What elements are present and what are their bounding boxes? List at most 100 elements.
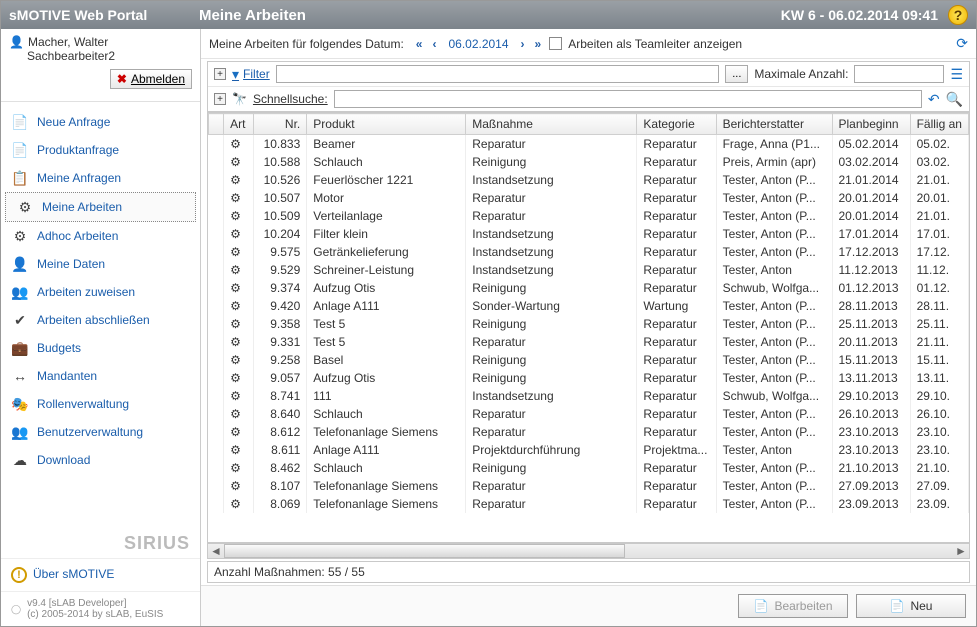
sidebar-item-produktanfrage[interactable]: 📄Produktanfrage xyxy=(1,136,200,164)
table-row[interactable]: ⚙10.509VerteilanlageReparaturReparaturTe… xyxy=(209,207,969,225)
next-icon[interactable]: › xyxy=(519,37,527,51)
sidebar-item-label: Budgets xyxy=(37,341,81,355)
nav-icon: ⚙ xyxy=(16,198,34,216)
horizontal-scrollbar[interactable]: ◄ ► xyxy=(207,543,970,559)
table-row[interactable]: ⚙10.204Filter kleinInstandsetzungReparat… xyxy=(209,225,969,243)
nav-icon: 📄 xyxy=(11,113,29,131)
table-row[interactable]: ⚙8.612Telefonanlage SiemensReparaturRepa… xyxy=(209,423,969,441)
count-bar: Anzahl Maßnahmen: 55 / 55 xyxy=(207,561,970,583)
sidebar-item-arbeiten-zuweisen[interactable]: 👥 Arbeiten zuweisen xyxy=(1,278,200,306)
sidebar-item-arbeiten-abschließen[interactable]: ✔Arbeiten abschließen xyxy=(1,306,200,334)
max-input[interactable] xyxy=(854,65,944,83)
logout-button[interactable]: Abmelden xyxy=(110,69,192,89)
table-row[interactable]: ⚙9.358Test 5ReinigungReparaturTester, An… xyxy=(209,315,969,333)
table-row[interactable]: ⚙8.741111InstandsetzungReparaturSchwub, … xyxy=(209,387,969,405)
sidebar-item-rollenverwaltung[interactable]: 🎭 Rollenverwaltung xyxy=(1,390,200,418)
prev-icon[interactable]: ‹ xyxy=(430,37,438,51)
table-row[interactable]: ⚙8.611Anlage A111ProjektdurchführungProj… xyxy=(209,441,969,459)
filter-label[interactable]: ▾Filter xyxy=(232,66,270,83)
table-row[interactable]: ⚙10.833BeamerReparaturReparaturFrage, An… xyxy=(209,135,969,154)
gear-icon: ⚙ xyxy=(230,209,241,223)
sidebar-item-label: Rollenverwaltung xyxy=(37,397,129,411)
table-row[interactable]: ⚙9.420Anlage A111Sonder-WartungWartungTe… xyxy=(209,297,969,315)
nav-icon: 👥 xyxy=(11,283,29,301)
scroll-thumb[interactable] xyxy=(224,544,625,558)
filter-more-button[interactable]: ... xyxy=(725,65,748,83)
filter-box: + ▾Filter ... Maximale Anzahl: ☰ + 🔭 Sch… xyxy=(207,61,970,112)
nav-icon: ↔ xyxy=(11,367,29,385)
sirius-logo: SIRIUS xyxy=(1,529,200,558)
gear-icon: ⚙ xyxy=(230,479,241,493)
column-header[interactable]: Kategorie xyxy=(637,114,716,135)
last-icon[interactable]: » xyxy=(533,37,544,51)
filter-input[interactable] xyxy=(276,65,720,83)
sidebar-item-benutzerverwaltung[interactable]: 👥Benutzerverwaltung xyxy=(1,418,200,446)
quicksearch-input[interactable] xyxy=(334,90,922,108)
help-icon[interactable]: ? xyxy=(948,5,968,25)
table-row[interactable]: ⚙9.057Aufzug OtisReinigungReparaturTeste… xyxy=(209,369,969,387)
gear-icon: ⚙ xyxy=(230,281,241,295)
new-button[interactable]: 📄Neu xyxy=(856,594,966,618)
table-row[interactable]: ⚙8.107Telefonanlage SiemensReparaturRepa… xyxy=(209,477,969,495)
sidebar-item-adhoc-arbeiten[interactable]: ⚙Adhoc Arbeiten xyxy=(1,222,200,250)
table-row[interactable]: ⚙9.374Aufzug OtisReinigungReparaturSchwu… xyxy=(209,279,969,297)
scroll-right-icon[interactable]: ► xyxy=(953,544,969,558)
sidebar-item-neue-anfrage[interactable]: 📄Neue Anfrage xyxy=(1,108,200,136)
search-icon[interactable]: 🔍 xyxy=(946,91,963,108)
table: ArtNr.ProduktMaßnahmeKategorieBerichters… xyxy=(207,112,970,543)
table-row[interactable]: ⚙9.529Schreiner-LeistungInstandsetzungRe… xyxy=(209,261,969,279)
column-header[interactable]: Maßnahme xyxy=(466,114,637,135)
gear-icon: ⚙ xyxy=(230,245,241,259)
gear-icon: ⚙ xyxy=(230,227,241,241)
nav-icon: ☁ xyxy=(11,451,29,469)
topbar: sMOTIVE Web Portal Meine Arbeiten KW 6 -… xyxy=(1,1,976,29)
nav-icon: 📋 xyxy=(11,169,29,187)
gear-icon: ⚙ xyxy=(230,335,241,349)
table-row[interactable]: ⚙10.588SchlauchReinigungReparaturPreis, … xyxy=(209,153,969,171)
sidebar-item-meine-daten[interactable]: 👤Meine Daten xyxy=(1,250,200,278)
table-row[interactable]: ⚙8.069Telefonanlage SiemensReparaturRepa… xyxy=(209,495,969,513)
about-link[interactable]: !Über sMOTIVE xyxy=(1,558,200,591)
teamleader-checkbox[interactable] xyxy=(549,37,562,50)
sidebar-item-meine-anfragen[interactable]: 📋Meine Anfragen xyxy=(1,164,200,192)
brand: sMOTIVE Web Portal xyxy=(9,7,199,23)
user-icon: 👤 xyxy=(9,35,24,49)
expand-filter-icon[interactable]: + xyxy=(214,68,226,80)
table-row[interactable]: ⚙9.258BaselReinigungReparaturTester, Ant… xyxy=(209,351,969,369)
refresh-icon[interactable]: ⟳ xyxy=(956,35,968,52)
gear-icon: ⚙ xyxy=(230,407,241,421)
nav-icon: 🎭 xyxy=(11,395,29,413)
column-header[interactable]: Planbeginn xyxy=(832,114,910,135)
user-name: Macher, Walter xyxy=(28,35,108,49)
sidebar-item-budgets[interactable]: 💼Budgets xyxy=(1,334,200,362)
apply-filter-icon[interactable]: ☰ xyxy=(950,66,963,83)
table-row[interactable]: ⚙9.331Test 5ReparaturReparaturTester, An… xyxy=(209,333,969,351)
column-header[interactable]: Berichterstatter xyxy=(716,114,832,135)
nav: 📄Neue Anfrage📄Produktanfrage📋Meine Anfra… xyxy=(1,102,200,529)
column-header[interactable]: Fällig an xyxy=(910,114,968,135)
table-row[interactable]: ⚙8.462SchlauchReinigungReparaturTester, … xyxy=(209,459,969,477)
table-row[interactable]: ⚙10.507MotorReparaturReparaturTester, An… xyxy=(209,189,969,207)
first-icon[interactable]: « xyxy=(414,37,425,51)
nav-icon: 📄 xyxy=(11,141,29,159)
expand-quicksearch-icon[interactable]: + xyxy=(214,93,226,105)
action-bar: 📄Bearbeiten 📄Neu xyxy=(201,585,976,626)
gear-icon: ⚙ xyxy=(230,371,241,385)
user-box: 👤 Macher, Walter Sachbearbeiter2 Abmelde… xyxy=(1,29,200,102)
table-row[interactable]: ⚙9.575GetränkelieferungInstandsetzungRep… xyxy=(209,243,969,261)
column-header[interactable]: Art xyxy=(224,114,254,135)
column-header[interactable]: Nr. xyxy=(253,114,307,135)
column-header[interactable]: Produkt xyxy=(307,114,466,135)
table-row[interactable]: ⚙8.640SchlauchReparaturReparaturTester, … xyxy=(209,405,969,423)
undo-icon[interactable]: ↶ xyxy=(928,91,940,108)
date-link[interactable]: 06.02.2014 xyxy=(444,37,512,51)
gear-icon: ⚙ xyxy=(230,425,241,439)
scroll-left-icon[interactable]: ◄ xyxy=(208,544,224,558)
sidebar-item-mandanten[interactable]: ↔Mandanten xyxy=(1,362,200,390)
gear-icon: ⚙ xyxy=(230,173,241,187)
table-row[interactable]: ⚙10.526Feuerlöscher 1221InstandsetzungRe… xyxy=(209,171,969,189)
edit-button[interactable]: 📄Bearbeiten xyxy=(738,594,848,618)
sidebar-item-meine-arbeiten[interactable]: ⚙Meine Arbeiten xyxy=(5,192,196,222)
sidebar-item-download[interactable]: ☁Download xyxy=(1,446,200,474)
sidebar-item-label: Arbeiten zuweisen xyxy=(37,285,135,299)
